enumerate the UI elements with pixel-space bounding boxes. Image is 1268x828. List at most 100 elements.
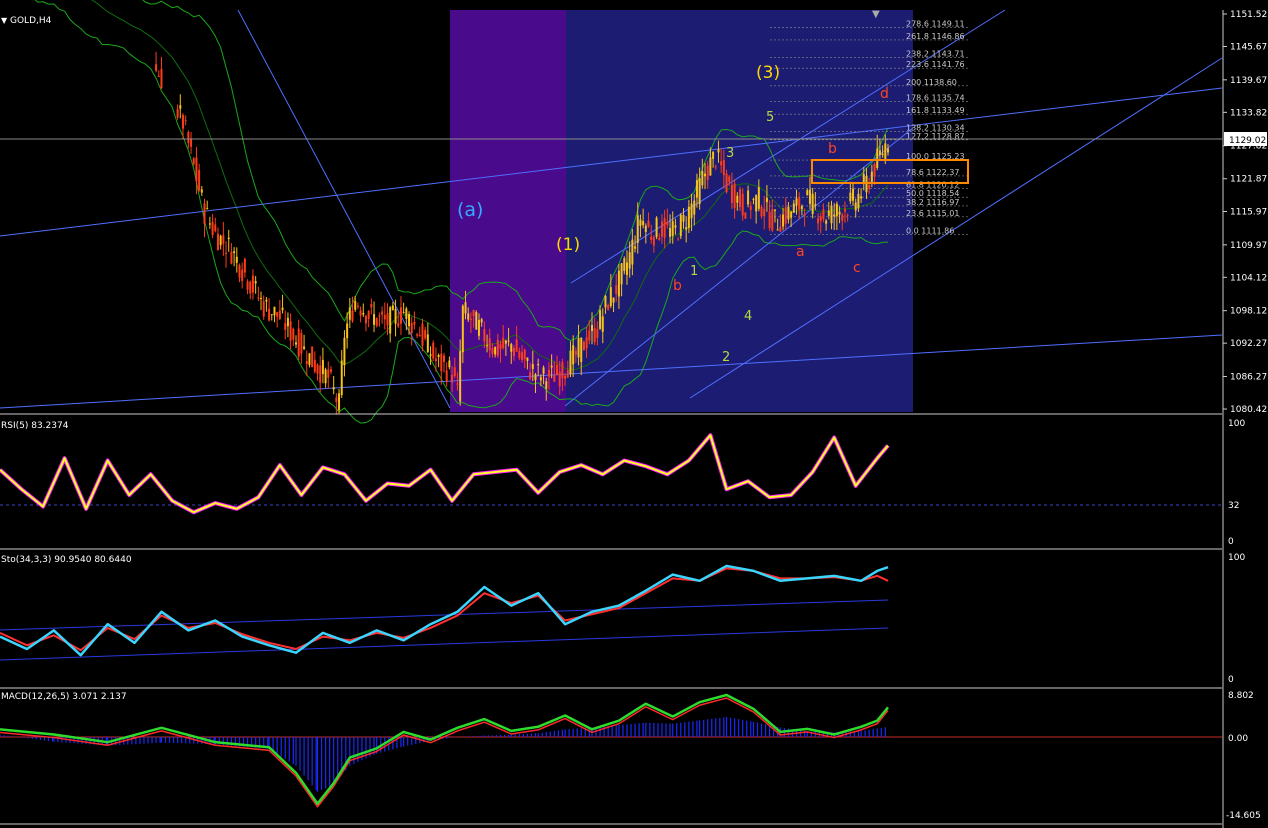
stoch-main-line [0,564,889,657]
price-tick-label: 1121.87 [1230,175,1267,185]
candle-body [451,375,454,383]
candle-body [843,208,846,212]
candle-body [561,362,564,379]
candle-body [383,314,386,320]
candle-body [787,206,790,220]
rsi-tick-100: 100 [1228,419,1245,429]
candle-body [736,195,739,203]
candle-body [356,305,359,307]
macd-tick-min: -14.605 [1226,811,1261,821]
candle-body [260,297,263,299]
candle-body [206,208,209,210]
candle-body [795,198,798,206]
fib-label: 61.8 1120.12 [906,180,959,189]
candle-body [566,370,569,378]
candle-body [225,252,228,254]
candle-body [494,346,497,355]
candle-body [685,227,688,230]
candle-body [755,195,758,212]
candle-body [227,237,230,240]
fib-label: 223.6 1141.76 [906,60,965,69]
price-tick-label: 1133.82 [1230,108,1267,118]
candle-body [768,211,771,229]
candle-body [453,367,456,376]
candle-body [394,308,397,324]
candle-body [881,153,884,156]
candle-body [459,351,462,402]
candle-body [582,341,585,351]
candle-body [862,174,865,183]
candle-body [620,263,623,285]
stoch-tick-100: 100 [1228,553,1245,563]
fib-label: 78.6 1122.37 [906,168,959,177]
candle-body [340,360,343,396]
candle-body [806,190,809,196]
candle-body [658,237,661,240]
candle-body [373,314,376,325]
candle-body [362,313,365,315]
wave-label: d [880,86,889,102]
candle-body [771,209,774,231]
zone-blue [566,10,913,412]
wave-label: 1 [690,264,698,279]
candle-body [644,225,647,232]
candle-body [399,307,402,324]
candle-body [378,315,381,317]
candle-body [303,346,306,349]
symbol-label: GOLD,H4 [10,16,52,26]
candle-body [695,180,698,198]
candle-body [410,322,413,334]
candle-body [677,239,680,241]
candle-body [773,209,776,211]
candle-body [496,339,499,356]
candle-body [286,317,289,327]
candle-body [292,328,295,340]
candle-body [623,258,626,271]
candle-body [155,64,158,71]
candle-body [367,311,370,319]
candle-body [545,381,548,389]
candle-body [604,295,607,308]
candle-body [752,199,755,201]
candle-body [636,215,639,244]
candle-body [717,149,720,153]
candle-body [208,223,211,225]
candle-body [553,375,556,382]
candle-body [278,310,281,319]
candle-body [765,197,768,203]
wave-label: b [673,278,682,294]
stoch-band-line [0,599,889,631]
candle-body [674,225,677,228]
candle-body [295,342,297,345]
price-tick-label: 1098.12 [1230,307,1267,317]
stoch-band-line [0,627,889,661]
candle-body [701,171,704,186]
candle-body [273,306,276,316]
candle-body [884,143,887,160]
candle-body [233,251,236,254]
wave-label: 5 [766,110,774,125]
rsi-tick-0: 0 [1228,537,1234,547]
candle-body [601,316,604,332]
candle-body [526,357,529,361]
candle-body [790,211,793,218]
candle-body [402,312,405,314]
candle-body [556,364,559,375]
candle-body [319,365,322,383]
candle-body [808,189,811,204]
candle-body [615,285,618,295]
rsi-shadow-line [0,433,890,515]
candle-body [464,302,467,314]
price-tick-label: 1145.67 [1230,43,1267,53]
candle-body [596,328,599,338]
candle-body [779,226,782,232]
candle-body [733,183,736,208]
candle-body [429,354,432,357]
price-panel: 278.6 1149.11 261.8 1146.86 238.2 1143.71 2… [0,0,1223,424]
price-tick-label: 1151.52 [1230,10,1267,20]
candle-body [434,358,437,362]
candle-body [827,210,830,216]
candle-body [550,365,553,368]
candle-body [887,148,889,153]
candle-body [749,205,752,211]
